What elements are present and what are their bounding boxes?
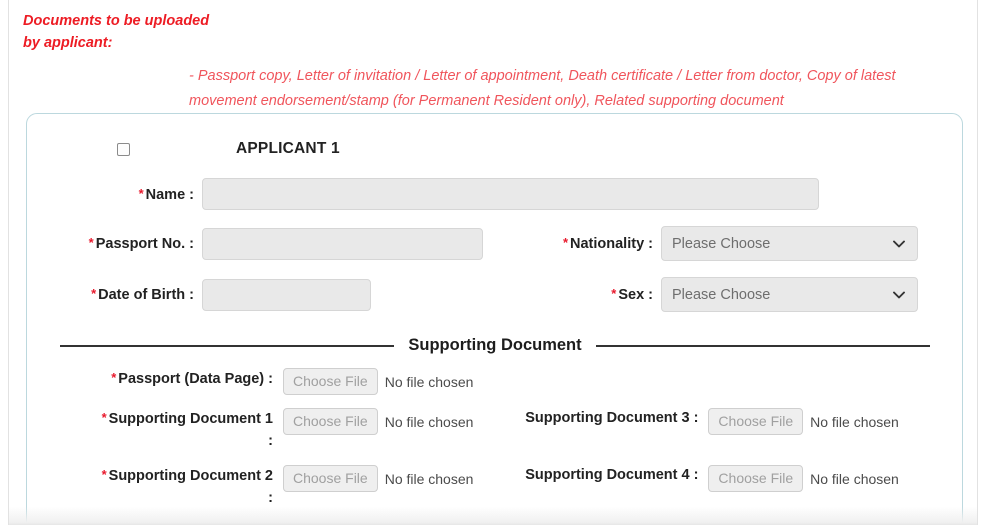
supporting-document-4-label: Supporting Document 4 : xyxy=(525,467,699,483)
required-asterisk: * xyxy=(101,410,107,425)
name-label: * Name : xyxy=(27,186,202,203)
nationality-label: * Nationality : xyxy=(513,235,661,252)
supporting-document-2-label-text: Supporting Document 2 xyxy=(108,468,273,484)
notice-title: Documents to be uploaded by applicant: xyxy=(9,10,244,54)
required-asterisk: * xyxy=(562,235,569,250)
required-asterisk: * xyxy=(91,286,97,301)
file-status-text: No file chosen xyxy=(384,373,474,390)
sex-select[interactable]: Please Choose xyxy=(661,277,918,312)
name-input[interactable] xyxy=(202,178,819,210)
passport-no-label-text: Passport No. : xyxy=(95,236,194,252)
nationality-label-text: Nationality : xyxy=(570,236,653,252)
supporting-document-4-file-widget: Choose File No file chosen xyxy=(708,464,899,492)
file-status-text: No file chosen xyxy=(810,413,899,430)
supporting-document-3-file-widget: Choose File No file chosen xyxy=(708,407,899,435)
supporting-document-2-label-colon: : xyxy=(268,490,273,506)
supporting-document-title: Supporting Document xyxy=(408,336,582,354)
date-of-birth-label: * Date of Birth : xyxy=(27,286,202,303)
file-status-text: No file chosen xyxy=(810,470,899,487)
supporting-document-1-label-text: Supporting Document 1 xyxy=(108,411,273,427)
applicant-panel: APPLICANT 1 * Name : * Passport No. : * Nat… xyxy=(26,113,963,525)
applicant-select-checkbox[interactable] xyxy=(116,142,130,156)
choose-file-button[interactable]: Choose File xyxy=(708,408,804,435)
required-asterisk: * xyxy=(101,467,107,482)
date-of-birth-label-text: Date of Birth : xyxy=(98,287,194,303)
notice-title-line1: Documents to be uploaded xyxy=(23,13,210,29)
field-row-dob-sex: * Date of Birth : * Sex : Please Choose xyxy=(27,277,962,312)
choose-file-button[interactable]: Choose File xyxy=(708,465,804,492)
supporting-document-2-label: * Supporting Document 2: xyxy=(27,464,283,509)
supporting-document-3-label: Supporting Document 3 : xyxy=(525,410,699,426)
passport-data-page-file-widget: Choose File No file chosen xyxy=(283,367,473,395)
page-frame: Documents to be uploaded by applicant: -… xyxy=(8,0,978,525)
sex-select-wrap: Please Choose xyxy=(661,277,918,312)
choose-file-button[interactable]: Choose File xyxy=(283,368,378,395)
passport-no-label: * Passport No. : xyxy=(27,235,202,252)
nationality-select-wrap: Please Choose xyxy=(661,226,918,261)
documents-notice: Documents to be uploaded by applicant: -… xyxy=(9,0,977,114)
notice-body: - Passport copy, Letter of invitation / … xyxy=(189,68,896,109)
choose-file-button[interactable]: Choose File xyxy=(283,408,378,435)
applicant-header-row: APPLICANT 1 xyxy=(27,136,962,162)
supporting-document-1-label: * Supporting Document 1: xyxy=(27,407,283,452)
field-row-passport-nationality: * Passport No. : * Nationality : Please Ch… xyxy=(27,226,962,261)
file-status-text: No file chosen xyxy=(384,413,474,430)
file-status-text: No file chosen xyxy=(384,470,474,487)
nationality-select[interactable]: Please Choose xyxy=(661,226,918,261)
file-row-supporting-1-3: * Supporting Document 1: Choose File No f… xyxy=(27,407,962,452)
supporting-document-2-file-widget: Choose File No file chosen xyxy=(283,464,473,492)
date-of-birth-input[interactable] xyxy=(202,278,371,311)
passport-data-page-label-text: Passport (Data Page) : xyxy=(118,371,273,387)
sex-label-text: Sex : xyxy=(618,287,653,303)
file-row-supporting-2-4: * Supporting Document 2: Choose File No f… xyxy=(27,464,962,509)
divider-line-left xyxy=(60,344,395,347)
supporting-document-1-label-colon: : xyxy=(268,433,273,449)
required-asterisk: * xyxy=(111,370,117,385)
passport-no-input[interactable] xyxy=(202,227,483,260)
name-label-text: Name : xyxy=(145,186,194,203)
supporting-document-1-file-widget: Choose File No file chosen xyxy=(283,407,473,435)
file-row-passport-data-page: * Passport (Data Page) : Choose File No f… xyxy=(27,367,962,395)
choose-file-button[interactable]: Choose File xyxy=(283,465,378,492)
field-row-name: * Name : xyxy=(27,178,962,210)
required-asterisk: * xyxy=(611,286,617,301)
sex-label: * Sex : xyxy=(513,286,661,303)
required-asterisk: * xyxy=(88,235,94,250)
divider-line-right xyxy=(595,344,931,347)
required-asterisk: * xyxy=(138,185,144,201)
applicant-checkbox-cell xyxy=(27,142,219,156)
supporting-document-divider: Supporting Document xyxy=(27,336,962,355)
notice-title-line2: by applicant: xyxy=(23,35,113,51)
passport-data-page-label: * Passport (Data Page) : xyxy=(27,367,283,390)
applicant-heading: APPLICANT 1 xyxy=(236,140,340,157)
